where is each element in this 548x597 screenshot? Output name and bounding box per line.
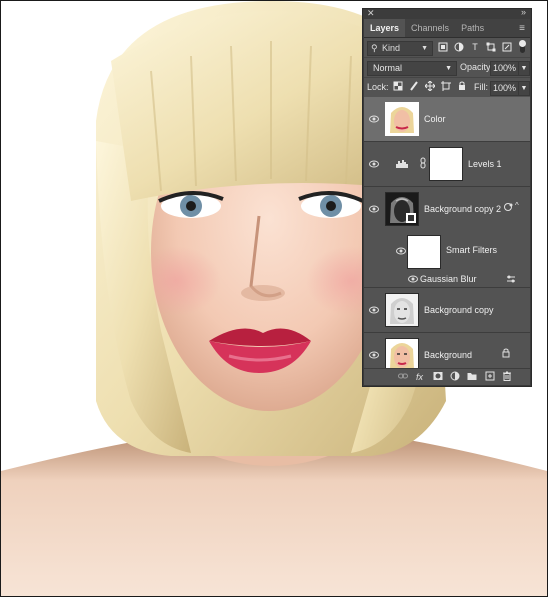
smart-filter-badge-icon[interactable] <box>503 202 513 214</box>
filter-toggle-switch[interactable] <box>519 40 526 53</box>
smart-filters-label: Smart Filters <box>446 245 498 255</box>
canvas-frame: ✕ » Layers Channels Paths ≡ ⚲ Kind ▼ T N… <box>0 0 548 597</box>
layer-levels-1[interactable]: Levels 1 <box>364 142 530 187</box>
visibility-eye-icon[interactable] <box>369 205 379 213</box>
type-filter-icon[interactable]: T <box>470 42 480 52</box>
smart-object-filter-icon[interactable] <box>502 42 512 52</box>
shape-filter-icon[interactable] <box>486 42 496 52</box>
fx-icon[interactable]: fx <box>416 371 423 383</box>
search-icon: ⚲ <box>371 43 378 53</box>
layer-name: Background <box>424 350 473 360</box>
visibility-eye-icon[interactable] <box>369 351 379 359</box>
lock-all-icon[interactable] <box>457 81 467 91</box>
lock-position-icon[interactable] <box>424 80 436 92</box>
kind-filter-label: Kind <box>382 43 401 53</box>
lock-icons <box>393 80 467 92</box>
layer-lock-icon[interactable] <box>501 348 511 360</box>
filter-blending-options-icon[interactable] <box>506 274 516 286</box>
blend-mode-value: Normal <box>373 63 403 73</box>
chevron-down-icon: ▼ <box>421 45 428 52</box>
layer-thumbnail-background-copy-2 <box>385 192 419 226</box>
panel-tabs: Layers Channels Paths ≡ <box>364 19 530 38</box>
gaussian-blur-filter-row[interactable]: Gaussian Blur <box>364 271 530 288</box>
layer-name: Background copy <box>424 305 494 315</box>
blend-mode-select[interactable]: Normal ▼ <box>367 61 457 76</box>
layer-thumbnail-color <box>385 102 419 136</box>
layers-panel: ✕ » Layers Channels Paths ≡ ⚲ Kind ▼ T N… <box>363 7 531 386</box>
layer-mask-thumbnail <box>429 147 463 181</box>
new-layer-icon[interactable] <box>485 371 495 384</box>
fill-chevron-icon[interactable]: ▼ <box>518 81 530 96</box>
layer-background-copy[interactable]: Background copy <box>364 288 530 333</box>
layers-list: Color Levels 1 Background copy 2 ^ Smart… <box>364 97 530 369</box>
opacity-chevron-icon[interactable]: ▼ <box>518 61 530 76</box>
visibility-eye-icon[interactable] <box>408 275 418 283</box>
tab-layers[interactable]: Layers <box>364 19 406 37</box>
tab-paths[interactable]: Paths <box>455 19 490 37</box>
pixel-filter-icon[interactable] <box>438 42 448 52</box>
lock-image-pixels-icon[interactable] <box>409 81 419 91</box>
layer-thumbnail-background <box>385 338 419 369</box>
layer-background[interactable]: Background <box>364 333 530 369</box>
close-panel-icon[interactable]: ✕ <box>367 8 375 19</box>
smart-filter-mask-thumbnail <box>407 235 441 269</box>
chevron-down-icon: ▼ <box>445 65 452 72</box>
layer-name: Background copy 2 <box>424 204 502 214</box>
filter-icons: T <box>438 42 512 52</box>
mask-link-icon[interactable] <box>420 157 426 171</box>
mask-icon[interactable] <box>433 371 443 384</box>
smart-filters-row[interactable]: Smart Filters <box>364 231 530 271</box>
visibility-eye-icon[interactable] <box>396 247 406 255</box>
panel-titlebar: ✕ » <box>364 7 530 19</box>
visibility-eye-icon[interactable] <box>369 306 379 314</box>
lock-transparent-pixels-icon[interactable] <box>393 81 403 91</box>
visibility-eye-icon[interactable] <box>369 115 379 123</box>
kind-filter-select[interactable]: ⚲ Kind ▼ <box>367 41 433 56</box>
layer-background-copy-2[interactable]: Background copy 2 ^ <box>364 187 530 231</box>
lock-label: Lock: <box>367 82 389 92</box>
adjustment-filter-icon[interactable] <box>454 42 464 52</box>
layer-thumbnail-background-copy <box>385 293 419 327</box>
expand-caret-icon[interactable]: ^ <box>515 201 519 210</box>
filter-name: Gaussian Blur <box>420 274 477 284</box>
fill-label: Fill: <box>474 82 488 92</box>
tab-channels[interactable]: Channels <box>405 19 455 37</box>
levels-histogram-icon <box>396 158 408 170</box>
lock-row: Lock: Fill: 100% ▼ <box>364 78 530 98</box>
opacity-label: Opacity: <box>460 62 494 72</box>
layer-name: Color <box>424 114 446 124</box>
fill-input[interactable]: 100% <box>490 81 520 96</box>
panel-bottom-bar: fx <box>364 368 530 385</box>
filter-row: ⚲ Kind ▼ T <box>364 38 530 58</box>
layer-color[interactable]: Color <box>364 97 530 142</box>
visibility-eye-icon[interactable] <box>369 160 379 168</box>
link-icon[interactable] <box>398 371 408 384</box>
collapse-panel-icon[interactable]: » <box>521 7 526 17</box>
layer-name: Levels 1 <box>468 159 502 169</box>
group-folder-icon[interactable] <box>467 371 477 384</box>
trash-icon[interactable] <box>502 371 512 384</box>
lock-artboard-icon[interactable] <box>441 81 451 91</box>
opacity-input[interactable]: 100% <box>490 61 520 76</box>
blend-row: Normal ▼ Opacity: 100% ▼ <box>364 58 530 78</box>
adjustment-icon[interactable] <box>450 371 460 384</box>
panel-menu-icon[interactable]: ≡ <box>519 23 525 34</box>
